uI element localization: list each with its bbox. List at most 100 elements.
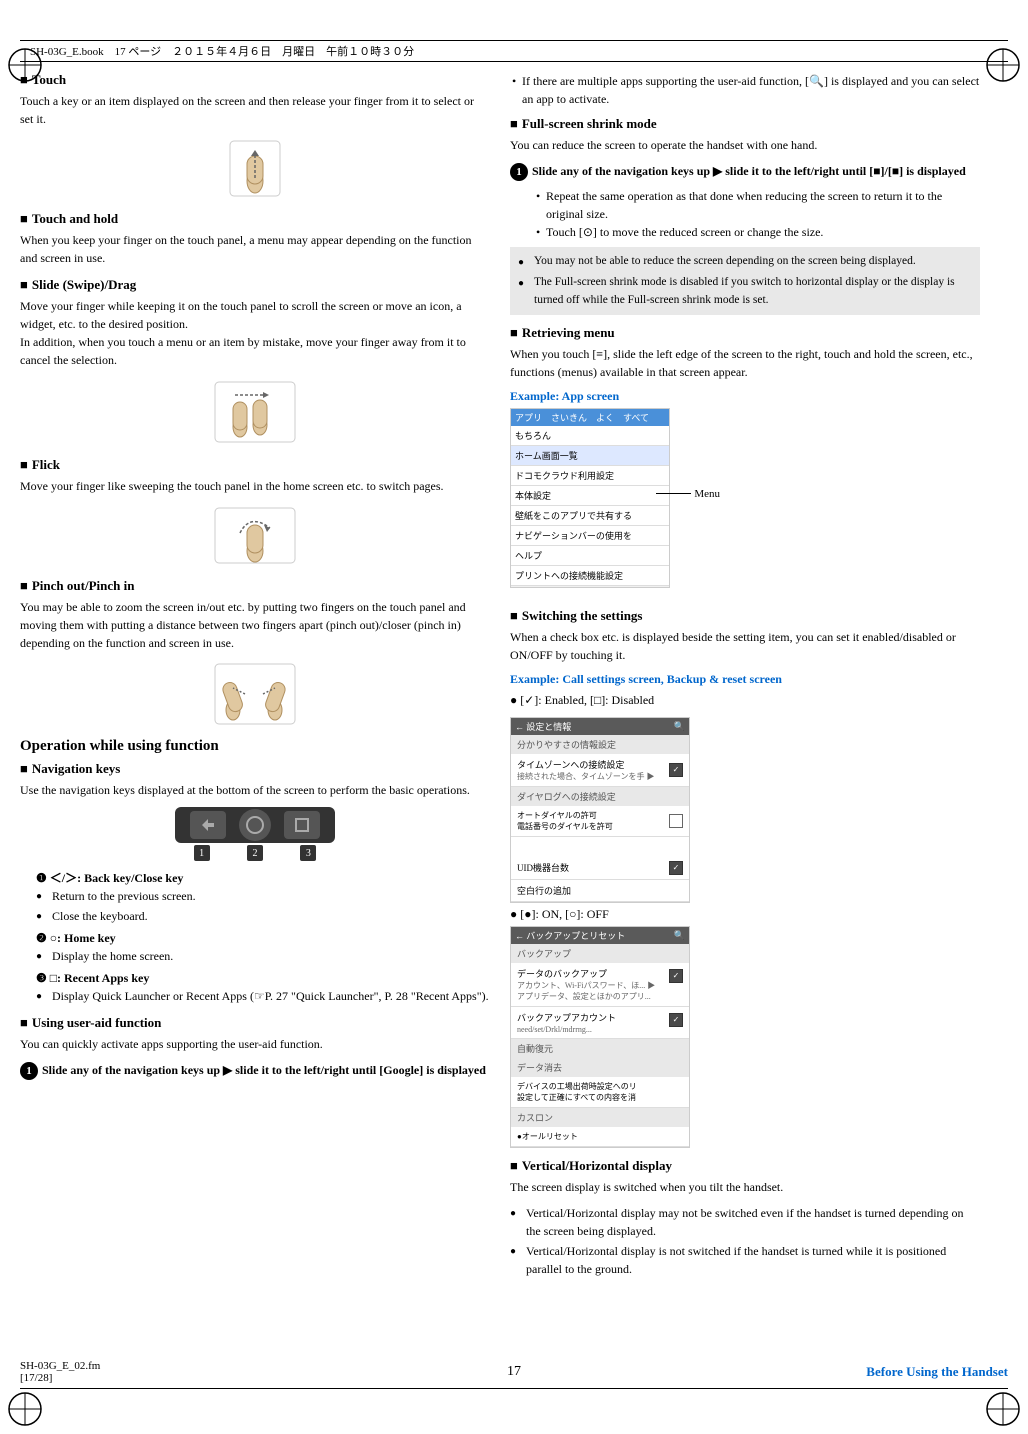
retrieving-menu-section: Retrieving menu When you touch [≡], slid…: [510, 325, 980, 598]
pinch-gesture-img: [20, 660, 490, 728]
switching-settings-body: When a check box etc. is displayed besid…: [510, 628, 980, 664]
checkbox-note: ● [✓]: Enabled, [□]: Disabled: [510, 691, 980, 709]
example-app-screen-label: Example: App screen: [510, 389, 980, 404]
pinch-section: Pinch out/Pinch in You may be able to zo…: [20, 578, 490, 728]
nav-keys-bar: [175, 807, 335, 843]
app-screen-mock: アプリ さいきん よく すべて もちろん ホーム画面一覧 ドコモクラウド利用設定…: [510, 408, 670, 588]
nav-keys-image: 1 2 3: [20, 807, 490, 861]
backup-checkbox-2: ✓: [669, 1013, 683, 1027]
nav-numbers: 1 2 3: [175, 845, 335, 861]
key1-label: ❶ ＜/＞: Back key/Close key Return to the …: [20, 869, 490, 925]
app-item-3: ドコモクラウド利用設定: [511, 466, 669, 486]
app-item-1: もちろん: [511, 426, 669, 446]
on-off-note: ● [●]: ON, [○]: OFF: [510, 907, 980, 922]
backup-group-3: データ消去: [511, 1058, 689, 1077]
touch-hold-section: Touch and hold When you keep your finger…: [20, 211, 490, 267]
full-screen-notes: You may not be able to reduce the screen…: [510, 247, 980, 315]
user-aid-section-left: Using user-aid function You can quickly …: [20, 1015, 490, 1080]
app-item-8: プリントへの接続機能設定: [511, 566, 669, 586]
full-screen-heading: Full-screen shrink mode: [510, 116, 980, 132]
example-call-settings-label: Example: Call settings screen, Backup & …: [510, 672, 980, 687]
switching-settings-section: Switching the settings When a check box …: [510, 608, 980, 1148]
back-key-btn[interactable]: [190, 811, 226, 839]
app-screen-container: アプリ さいきん よく すべて もちろん ホーム画面一覧 ドコモクラウド利用設定…: [510, 408, 670, 588]
key2-label: ❷ ○: Home key Display the home screen.: [20, 929, 490, 965]
home-key-btn[interactable]: [239, 809, 271, 841]
right-column: If there are multiple apps supporting th…: [510, 72, 980, 1288]
nav-num-2: 2: [247, 845, 263, 861]
operation-heading: Operation while using function: [20, 738, 490, 755]
key3-number: ❸ □: Recent Apps key: [36, 971, 149, 985]
user-aid-continuation: If there are multiple apps supporting th…: [510, 72, 980, 108]
vertical-horizontal-body: The screen display is switched when you …: [510, 1178, 980, 1196]
user-aid-b1: If there are multiple apps supporting th…: [510, 72, 980, 108]
key1-b1: Return to the previous screen.: [36, 887, 490, 905]
app-item-6: ナビゲーションバーの使用を: [511, 526, 669, 546]
user-aid-step1: 1 Slide any of the navigation keys up ▶ …: [20, 1061, 490, 1080]
key-descriptions: ❶ ＜/＞: Back key/Close key Return to the …: [20, 869, 490, 1005]
app-item-4: 本体設定: [511, 486, 669, 506]
backup-item-2: バックアップアカウントneed/set/Drkl/mdrrng... ✓: [511, 1007, 689, 1039]
backup-item-4: ●オールリセット: [511, 1127, 689, 1147]
app-item-2: ホーム画面一覧: [511, 446, 669, 466]
pinch-heading: Pinch out/Pinch in: [20, 578, 490, 594]
recent-apps-key-btn[interactable]: [284, 811, 320, 839]
user-aid-body: You can quickly activate apps supporting…: [20, 1035, 490, 1053]
touch-section: Touch Touch a key or an item displayed o…: [20, 72, 490, 201]
nav-keys-heading: Navigation keys: [20, 761, 490, 777]
app-screen-header: アプリ さいきん よく すべて: [511, 409, 669, 426]
backup-item-1: データのバックアップアカウント、Wi-Fiパスワード、ほ... ▶アプリデータ、…: [511, 963, 689, 1007]
full-screen-note1: You may not be able to reduce the screen…: [518, 253, 972, 270]
settings-item-2: オートダイヤルの許可電話番号のダイヤルを許可: [511, 806, 689, 837]
checkbox-3: ✓: [669, 861, 683, 875]
vertical-b2: Vertical/Horizontal display is not switc…: [510, 1242, 980, 1278]
full-screen-section: Full-screen shrink mode You can reduce t…: [510, 116, 980, 315]
key1-b2: Close the keyboard.: [36, 907, 490, 925]
settings-item-1: タイムゾーンへの接続設定接続された場合、タイムゾーンを手 ▶ ✓: [511, 754, 689, 787]
full-screen-b2: Touch [⊙] to move the reduced screen or …: [534, 223, 980, 241]
backup-group-2: 自動復元: [511, 1039, 689, 1058]
flick-gesture-img: [20, 503, 490, 568]
menu-label: Menu: [656, 488, 720, 500]
full-screen-body: You can reduce the screen to operate the…: [510, 136, 980, 154]
vertical-b1: Vertical/Horizontal display may not be s…: [510, 1204, 980, 1240]
flick-body: Move your finger like sweeping the touch…: [20, 477, 490, 495]
backup-screen-mock: ← バックアップとリセット 🔍 バックアップ データのバックアップアカウント、W…: [510, 926, 690, 1148]
settings-group-header: 分かりやすさの情報設定: [511, 735, 689, 754]
slide-body: Move your finger while keeping it on the…: [20, 297, 490, 369]
backup-checkbox-1: ✓: [669, 969, 683, 983]
header-text: SH-03G_E.book 17 ページ ２０１５年４月６日 月曜日 午前１０時…: [30, 43, 414, 59]
full-screen-bullets: Repeat the same operation as that done w…: [510, 187, 980, 241]
backup-group-4: カスロン: [511, 1108, 689, 1127]
full-screen-note2: The Full-screen shrink mode is disabled …: [518, 274, 972, 309]
full-screen-step1: 1 Slide any of the navigation keys up ▶ …: [510, 162, 980, 181]
switching-settings-heading: Switching the settings: [510, 608, 980, 624]
operation-section: Operation while using function Navigatio…: [20, 738, 490, 1080]
checkbox-1: ✓: [669, 763, 683, 777]
pinch-body: You may be able to zoom the screen in/ou…: [20, 598, 490, 652]
corner-mark-bl: [5, 1389, 45, 1429]
footer-file-info: SH-03G_E_02.fm [17/28]: [20, 1360, 349, 1384]
slide-gesture-img: [20, 377, 490, 447]
step-num-2: 1: [510, 163, 528, 181]
backup-header: ← バックアップとリセット 🔍: [511, 927, 689, 944]
left-column: Touch Touch a key or an item displayed o…: [20, 72, 490, 1288]
touch-gesture-img: [20, 136, 490, 201]
footer-right-text: Before Using the Handset: [679, 1364, 1008, 1380]
checkbox-2: [669, 814, 683, 828]
vertical-horizontal-heading: Vertical/Horizontal display: [510, 1158, 980, 1174]
key1-number: ❶ ＜/＞: Back key/Close key: [36, 871, 183, 885]
key3-b1: Display Quick Launcher or Recent Apps (☞…: [36, 987, 490, 1005]
settings-item-3: UID機器台数 ✓: [511, 857, 689, 880]
full-screen-b1: Repeat the same operation as that done w…: [534, 187, 980, 223]
retrieving-menu-body: When you touch [≡], slide the left edge …: [510, 345, 980, 381]
key2-number: ❷ ○: Home key: [36, 931, 116, 945]
header-bar: SH-03G_E.book 17 ページ ２０１５年４月６日 月曜日 午前１０時…: [20, 40, 1008, 62]
settings-spacer: [511, 837, 689, 857]
touch-hold-body: When you keep your finger on the touch p…: [20, 231, 490, 267]
touch-hold-heading: Touch and hold: [20, 211, 490, 227]
nav-num-1: 1: [194, 845, 210, 861]
user-aid-heading: Using user-aid function: [20, 1015, 490, 1031]
flick-heading: Flick: [20, 457, 490, 473]
app-item-5: 壁紙をこのアプリで共有する: [511, 506, 669, 526]
